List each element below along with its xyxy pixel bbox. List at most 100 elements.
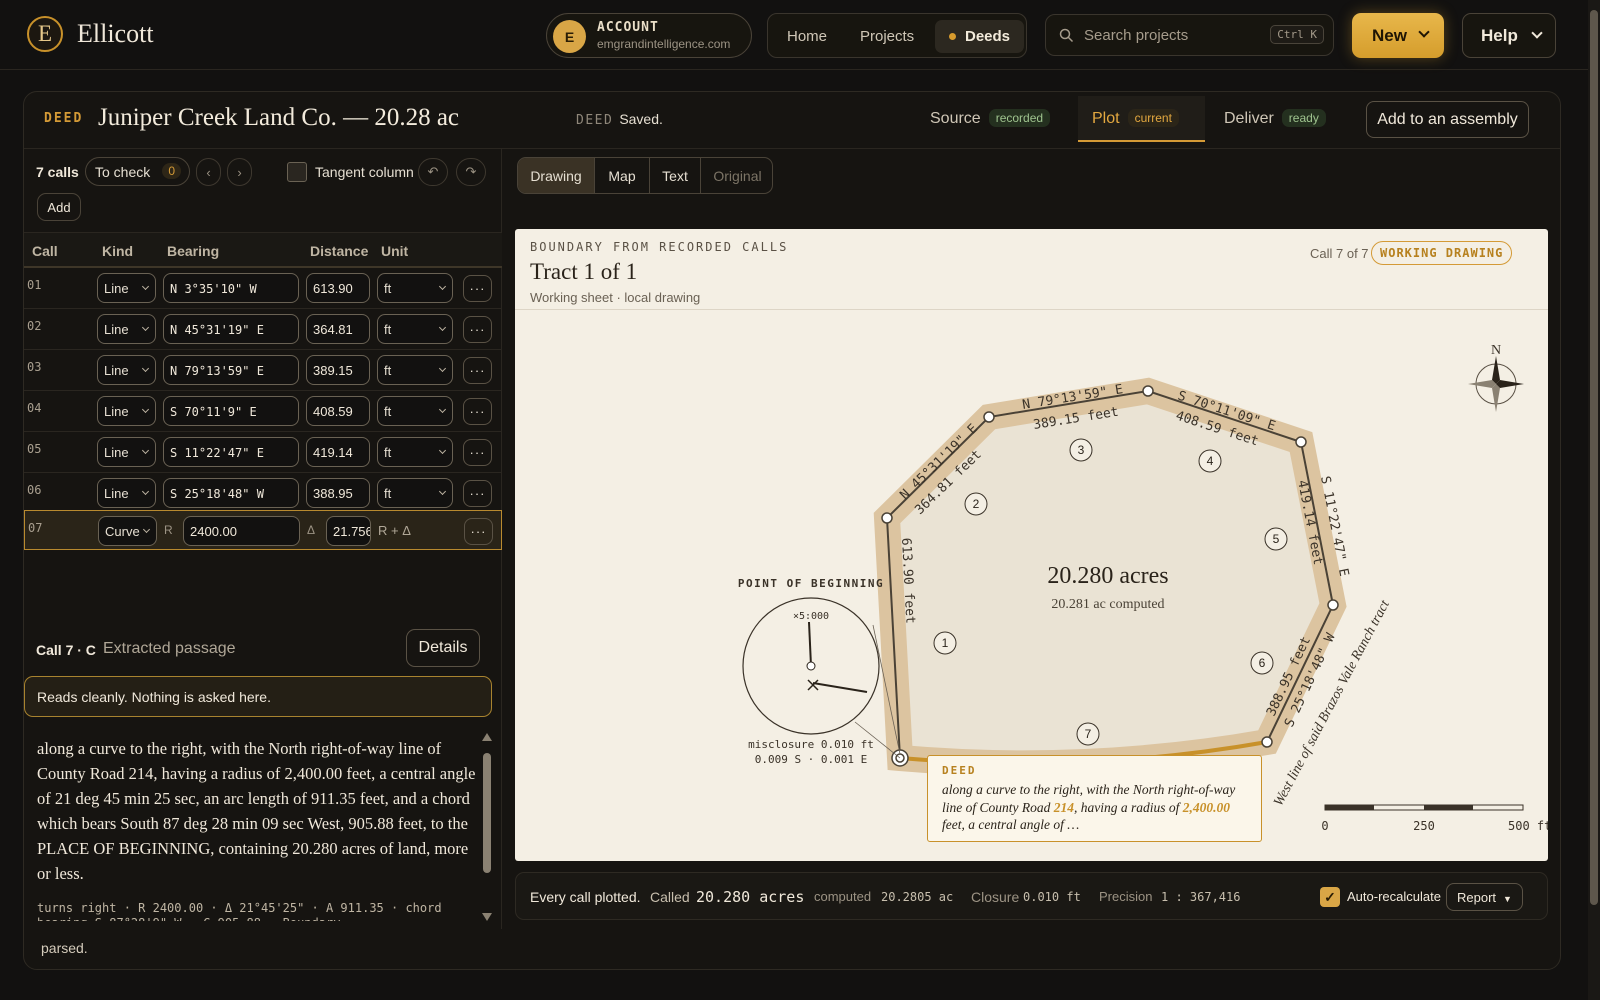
row-more-button[interactable]: ··· [463, 357, 492, 384]
table-row[interactable]: 05 Line S 11°22'47" E 419.14 ft ··· [24, 432, 502, 473]
report-label: Report [1457, 890, 1497, 905]
search-placeholder: Search projects [1084, 27, 1189, 44]
table-row[interactable]: 04 Line S 70°11'9" E 408.59 ft ··· [24, 391, 502, 432]
radius-input[interactable]: 2400.00 [183, 516, 300, 546]
table-row[interactable]: 02 Line N 45°31'19" E 364.81 ft ··· [24, 309, 502, 350]
passage-scroll-thumb[interactable] [483, 753, 491, 873]
scroll-up-icon[interactable] [482, 733, 492, 741]
call-marker-7[interactable]: 7 [1085, 727, 1092, 741]
drawing-sheet[interactable]: BOUNDARY FROM RECORDED CALLS Tract 1 of … [515, 229, 1548, 861]
next-call-button[interactable]: › [227, 158, 252, 186]
vertex-point[interactable] [1261, 736, 1273, 748]
nav-projects[interactable]: Projects [846, 20, 928, 53]
unit-select[interactable]: ft [377, 273, 453, 303]
auto-recalculate-checkbox[interactable]: ✓ [1320, 887, 1340, 907]
row-more-button[interactable]: ··· [463, 398, 492, 425]
row-more-button[interactable]: ··· [463, 316, 492, 343]
row-more-button[interactable]: ··· [464, 518, 493, 545]
distance-input[interactable]: 364.81 [306, 314, 370, 344]
table-row-curve[interactable]: 07 Curve R 2400.00 Δ 21.756 R + Δ ··· [24, 510, 502, 550]
kind-select[interactable]: Line [97, 396, 156, 426]
active-dot-icon [949, 33, 956, 40]
stage-deliver-label: Deliver [1224, 110, 1274, 127]
tab-original[interactable]: Original [701, 158, 772, 193]
call-marker-4[interactable]: 4 [1207, 454, 1214, 468]
page-scrollbar[interactable] [1588, 0, 1600, 1000]
row-more-button[interactable]: ··· [463, 480, 492, 507]
delta-input[interactable]: 21.756 [326, 516, 371, 546]
distance-input[interactable]: 613.90 [306, 273, 370, 303]
calls-pane: 7 calls To check 0 ‹ › Tangent column ↶ ↷… [24, 149, 502, 929]
table-row[interactable]: 01 Line N 3°35'10" W 613.90 ft ··· [24, 268, 502, 309]
help-button[interactable]: Help [1462, 13, 1556, 58]
passage-text: along a curve to the right, with the Nor… [37, 739, 476, 883]
bearing-input[interactable]: N 45°31'19" E [163, 314, 299, 344]
stage-source[interactable]: Source recorded [930, 109, 1051, 128]
table-row[interactable]: 03 Line N 79°13'59" E 389.15 ft ··· [24, 350, 502, 391]
prev-call-button[interactable]: ‹ [196, 158, 221, 186]
add-call-button[interactable]: Add [37, 193, 81, 221]
tab-map[interactable]: Map [595, 158, 650, 193]
vertex-point[interactable] [1142, 385, 1154, 397]
nav-deeds[interactable]: Deeds [935, 20, 1025, 53]
scroll-down-icon[interactable] [482, 913, 492, 921]
unit-select[interactable]: ft [377, 314, 453, 344]
distance-input[interactable]: 408.59 [306, 396, 370, 426]
bearing-input[interactable]: S 70°11'9" E [163, 396, 299, 426]
add-to-assembly-button[interactable]: Add to an assembly [1366, 101, 1529, 138]
call-marker-6[interactable]: 6 [1259, 656, 1266, 670]
distance-input[interactable]: 419.14 [306, 437, 370, 467]
kind-select[interactable]: Line [97, 437, 156, 467]
unit-select[interactable]: ft [377, 478, 453, 508]
to-check-filter[interactable]: To check 0 [85, 157, 190, 186]
row-more-button[interactable]: ··· [463, 275, 492, 302]
call-marker-5[interactable]: 5 [1273, 532, 1280, 546]
new-button[interactable]: New [1352, 13, 1444, 58]
logo-icon[interactable]: E [27, 16, 63, 52]
stage-source-label: Source [930, 110, 981, 127]
unit-select[interactable]: ft [377, 396, 453, 426]
deed-title[interactable]: Juniper Creek Land Co. — 20.28 ac [98, 104, 459, 132]
unit-value: ft [384, 363, 392, 378]
search-input[interactable]: Search projects Ctrl K [1045, 14, 1334, 56]
vertex-point[interactable] [881, 512, 893, 524]
kind-select[interactable]: Line [97, 273, 156, 303]
kind-select[interactable]: Line [97, 355, 156, 385]
kind-select[interactable]: Curve [98, 516, 157, 546]
details-button[interactable]: Details [406, 629, 480, 667]
vertex-point[interactable] [1295, 436, 1307, 448]
unit-select[interactable]: ft [377, 437, 453, 467]
kind-select[interactable]: Line [97, 314, 156, 344]
scrollbar-thumb[interactable] [1590, 10, 1598, 905]
tab-drawing[interactable]: Drawing [518, 158, 595, 193]
bearing-input[interactable]: S 11°22'47" E [163, 437, 299, 467]
bearing-input[interactable]: S 25°18'48" W [163, 478, 299, 508]
distance-input[interactable]: 388.95 [306, 478, 370, 508]
report-button[interactable]: Report ▼ [1446, 883, 1523, 911]
bearing-input[interactable]: N 3°35'10" W [163, 273, 299, 303]
call-marker-1[interactable]: 1 [942, 636, 949, 650]
table-row[interactable]: 06 Line S 25°18'48" W 388.95 ft ··· [24, 473, 502, 514]
scale-label-0: 0 [1321, 819, 1328, 833]
row-more-button[interactable]: ··· [463, 439, 492, 466]
tangent-column-checkbox[interactable] [287, 162, 307, 182]
undo-button[interactable]: ↶ [418, 158, 448, 186]
deed-callout[interactable]: DEED along a curve to the right, with th… [927, 755, 1262, 842]
vertex-point[interactable] [983, 411, 995, 423]
unit-select[interactable]: ft [377, 355, 453, 385]
nav-home[interactable]: Home [773, 20, 841, 53]
kind-select[interactable]: Line [97, 478, 156, 508]
stage-plot[interactable]: Plot current [1092, 109, 1179, 128]
redo-button[interactable]: ↷ [456, 158, 486, 186]
vertex-point[interactable] [1327, 599, 1339, 611]
passage-scrollbar[interactable] [481, 733, 492, 923]
tab-text[interactable]: Text [650, 158, 701, 193]
distance-input[interactable]: 389.15 [306, 355, 370, 385]
call-marker-2[interactable]: 2 [973, 497, 980, 511]
call-marker-3[interactable]: 3 [1078, 443, 1085, 457]
account-button[interactable]: E ACCOUNT emgrandintelligence.com [546, 13, 752, 58]
to-check-count: 0 [162, 163, 181, 179]
stage-deliver[interactable]: Deliver ready [1224, 109, 1326, 128]
brand-name[interactable]: Ellicott [77, 19, 154, 49]
bearing-input[interactable]: N 79°13'59" E [163, 355, 299, 385]
